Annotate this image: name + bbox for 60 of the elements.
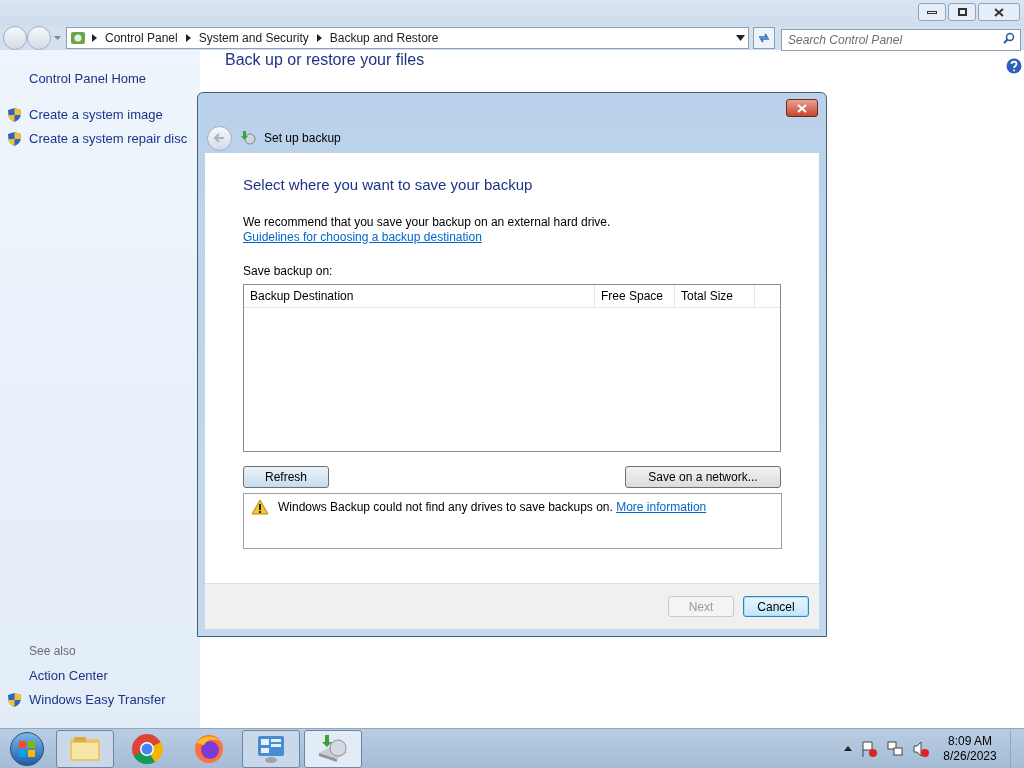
intro-text: We recommend that you save your backup on an external hard drive. Guidelines for choosing a backup destination bbox=[243, 214, 612, 245]
guidelines-link[interactable]: Guidelines for choosing a backup destination bbox=[243, 229, 482, 244]
backup-drive-icon bbox=[316, 732, 350, 765]
warning-text: Windows Backup could not find any drives to save backups on. More information bbox=[278, 498, 707, 516]
list-label: Save backup on: bbox=[243, 262, 334, 280]
shield-icon bbox=[7, 131, 22, 147]
refresh-arrows-icon bbox=[757, 32, 771, 44]
column-header[interactable]: Total Size bbox=[675, 284, 755, 307]
chevron-icon bbox=[92, 34, 97, 42]
dialog-title: Set up backup bbox=[264, 130, 341, 147]
taskbar-button[interactable] bbox=[56, 729, 114, 768]
column-header[interactable]: Free Space bbox=[595, 284, 675, 307]
shield-icon bbox=[7, 107, 22, 123]
warning-icon bbox=[251, 498, 269, 515]
speaker-icon[interactable] bbox=[912, 739, 930, 758]
cancel-button[interactable]: Cancel bbox=[743, 596, 809, 617]
close-icon bbox=[994, 7, 1004, 17]
close-button[interactable] bbox=[978, 3, 1020, 21]
windows-orb-icon bbox=[10, 731, 44, 766]
save-on-network-button[interactable]: Save on a network... bbox=[625, 465, 781, 488]
close-icon bbox=[797, 103, 807, 113]
address-bar[interactable]: Control Panel System and Security Backup and Restore bbox=[66, 27, 749, 49]
page-heading: Back up or restore your files bbox=[225, 50, 425, 70]
help-icon[interactable] bbox=[1006, 58, 1022, 74]
breadcrumb-item[interactable]: Control Panel bbox=[103, 29, 180, 47]
shield-icon bbox=[7, 692, 22, 708]
see-also-heading: See also bbox=[28, 643, 77, 660]
firefox-icon bbox=[193, 732, 225, 765]
search-icon bbox=[1003, 32, 1015, 44]
breadcrumb-item[interactable]: System and Security bbox=[196, 29, 311, 47]
sidebar-link[interactable]: Control Panel Home bbox=[29, 69, 147, 89]
history-caret-icon bbox=[53, 35, 62, 41]
dialog-heading: Select where you want to save your backup bbox=[243, 175, 534, 195]
more-information-link[interactable]: More information bbox=[616, 499, 707, 514]
clock[interactable]: 8:09 AM 8/26/2023 bbox=[938, 733, 1002, 764]
breadcrumb-item[interactable]: Backup and Restore bbox=[327, 29, 441, 47]
close-button[interactable] bbox=[786, 99, 818, 117]
refresh-button[interactable] bbox=[753, 27, 775, 49]
chevron-icon bbox=[316, 34, 322, 42]
restore-button[interactable] bbox=[948, 3, 976, 21]
sidebar-link[interactable]: Action Center bbox=[29, 666, 108, 686]
taskbar-button[interactable] bbox=[304, 729, 362, 768]
tray-arrow-icon[interactable] bbox=[844, 746, 852, 751]
sidebar-link[interactable]: Create a system repair disc bbox=[29, 129, 188, 149]
sidebar-link[interactable]: Windows Easy Transfer bbox=[29, 690, 166, 710]
clock-time: 8:09 AM bbox=[948, 733, 992, 749]
network-icon[interactable] bbox=[886, 739, 904, 758]
back-arrow-icon bbox=[214, 133, 225, 143]
taskbar-button[interactable] bbox=[242, 729, 300, 768]
chevron-icon bbox=[185, 34, 191, 42]
backup-icon bbox=[240, 130, 256, 146]
sidebar-link[interactable]: Create a system image bbox=[29, 105, 163, 125]
minimize-button[interactable] bbox=[918, 3, 946, 21]
chrome-icon bbox=[131, 732, 163, 765]
flag-icon[interactable] bbox=[860, 739, 878, 758]
clock-date: 8/26/2023 bbox=[943, 748, 997, 764]
search-field[interactable]: Search Control Panel bbox=[781, 29, 1021, 51]
refresh-button[interactable]: Refresh bbox=[243, 465, 329, 488]
dropdown-caret-icon bbox=[736, 35, 745, 41]
column-header[interactable]: Backup Destination bbox=[244, 284, 595, 307]
